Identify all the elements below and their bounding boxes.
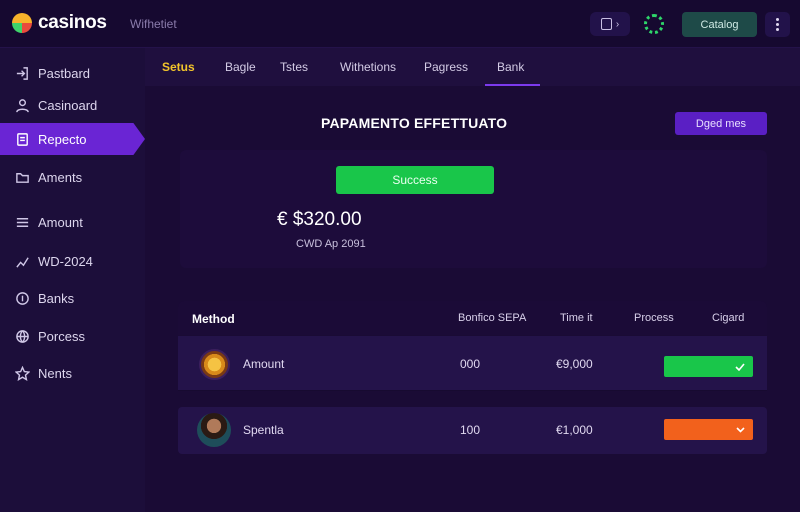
- sidebar-item-wd-2024[interactable]: WD-2024: [0, 245, 145, 277]
- sidebar-item-pastbard[interactable]: Pastbard: [0, 57, 145, 89]
- row-method-name: Spentla: [243, 423, 284, 437]
- sidebar-item-label: WD-2024: [38, 253, 93, 269]
- kebab-dot-icon: [776, 28, 779, 31]
- tab-pagress[interactable]: Pagress: [424, 48, 468, 86]
- kebab-dot-icon: [776, 23, 779, 26]
- chevron-right-icon: ›: [615, 18, 620, 30]
- sidebar-item-label: Nents: [38, 365, 72, 381]
- tab-bagle[interactable]: Bagle: [225, 48, 256, 86]
- menu-icon: [14, 214, 30, 230]
- catalog-button[interactable]: Catalog: [682, 12, 757, 37]
- star-icon: [14, 365, 30, 381]
- notes-button[interactable]: ›: [590, 12, 630, 36]
- sidebar-item-label: Pastbard: [38, 65, 91, 81]
- table-row[interactable]: Spentla 100 €1,000: [178, 407, 767, 454]
- more-menu-button[interactable]: [765, 12, 790, 37]
- column-header-process: Process: [634, 312, 674, 324]
- table-header: Method Bonfico SEPA Time it Process Ciga…: [178, 301, 767, 335]
- check-icon: [735, 362, 745, 371]
- tab-withetions[interactable]: Withetions: [340, 48, 396, 86]
- column-header-cigard: Cigard: [712, 312, 745, 324]
- sidebar-item-label: Banks: [38, 290, 75, 306]
- sidebar-item-label: Repecto: [38, 131, 87, 147]
- logo-icon: [12, 13, 32, 33]
- row-value: 100: [460, 423, 481, 437]
- sidebar-item-banks[interactable]: Banks: [0, 282, 145, 314]
- sidebar-item-casinoard[interactable]: Casinoard: [0, 89, 145, 121]
- column-header-time: Time it: [560, 312, 593, 324]
- column-header-bonifico: Bonfico SEPA: [458, 312, 527, 324]
- sidebar-item-aments[interactable]: Aments: [0, 161, 145, 193]
- status-pill-green[interactable]: [664, 356, 753, 377]
- document-icon: [600, 18, 612, 30]
- row-amount: €9,000: [556, 357, 593, 371]
- user-icon: [14, 97, 30, 113]
- sidebar-item-porcess[interactable]: Porcess: [0, 320, 145, 352]
- top-bar: casinos Wifhetiet › Catalog: [0, 0, 800, 48]
- refresh-icon[interactable]: [644, 14, 664, 34]
- coin-icon: [14, 290, 30, 306]
- column-header-method: Method: [192, 312, 235, 326]
- sidebar-item-label: Porcess: [38, 328, 85, 344]
- active-tab-indicator: [485, 84, 540, 86]
- row-method-name: Amount: [243, 357, 285, 371]
- table-row[interactable]: Amount 000 €9,000: [178, 336, 767, 391]
- sidebar: Pastbard Casinoard Repecto Aments Amount…: [0, 48, 145, 512]
- coin-avatar-icon: [199, 349, 230, 380]
- payment-date: CWD Ap 2091: [296, 238, 366, 250]
- tab-bank[interactable]: Bank: [497, 48, 524, 86]
- sidebar-item-repecto[interactable]: Repecto: [0, 123, 145, 155]
- details-button[interactable]: Dged mes: [675, 112, 767, 135]
- globe-icon: [14, 328, 30, 344]
- person-avatar: [197, 413, 231, 447]
- brand-logo[interactable]: casinos: [12, 12, 107, 34]
- sidebar-item-label: Casinoard: [38, 97, 98, 113]
- trend-icon: [14, 253, 30, 269]
- success-status-button[interactable]: Success: [336, 166, 494, 194]
- status-pill-orange[interactable]: [664, 419, 753, 440]
- row-amount: €1,000: [556, 423, 593, 437]
- payment-amount: € $320.00: [277, 209, 362, 230]
- sidebar-item-amount[interactable]: Amount: [0, 206, 145, 238]
- folder-icon: [14, 169, 30, 185]
- document-icon: [14, 131, 30, 147]
- chevron-down-icon: [736, 426, 745, 433]
- brand-name: casinos: [38, 12, 107, 33]
- row-value: 000: [460, 357, 481, 371]
- kebab-dot-icon: [776, 18, 779, 21]
- top-nav-link[interactable]: Wifhetiet: [130, 17, 177, 31]
- tab-bar: Setus Bagle Tstes Withetions Pagress Ban…: [145, 48, 800, 86]
- login-icon: [14, 65, 30, 81]
- tab-tstes[interactable]: Tstes: [280, 48, 308, 86]
- tab-setus[interactable]: Setus: [162, 48, 195, 86]
- sidebar-item-label: Amount: [38, 214, 83, 230]
- sidebar-item-nents[interactable]: Nents: [0, 357, 145, 389]
- sidebar-item-label: Aments: [38, 169, 83, 185]
- page-title: PAPAMENTO EFFETTUATO: [321, 115, 508, 131]
